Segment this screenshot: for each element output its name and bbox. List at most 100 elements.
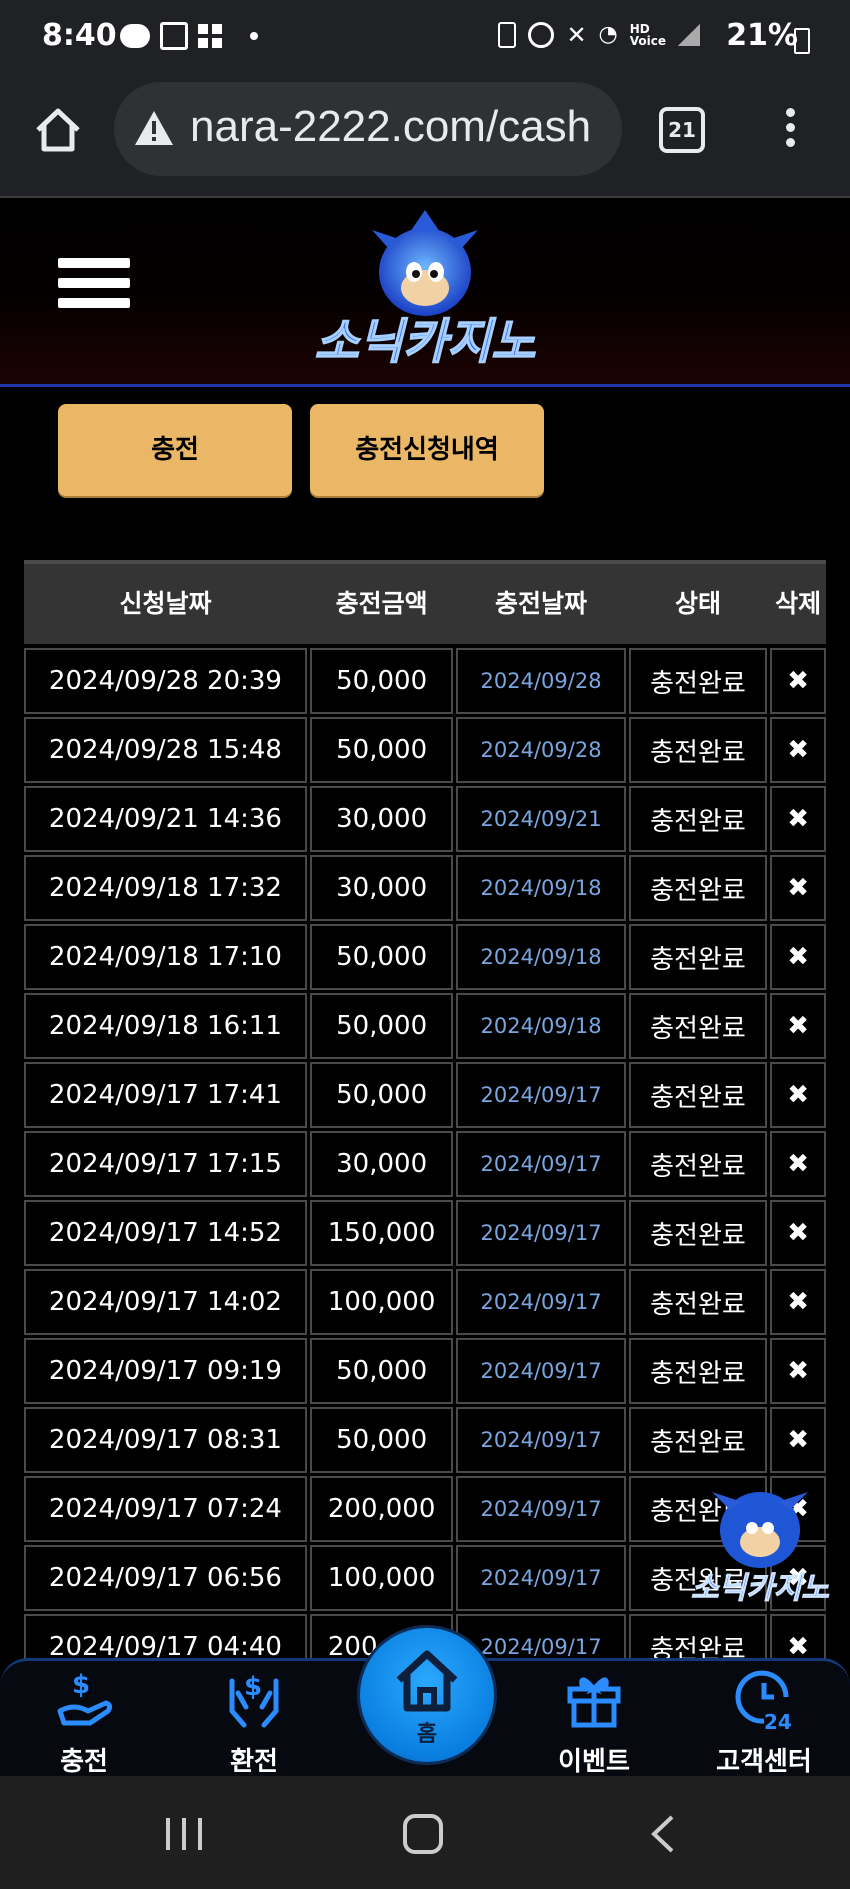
site-logo[interactable]: 소닉카지노 bbox=[280, 210, 570, 380]
charge-date-cell: 2024/09/28 bbox=[456, 648, 626, 714]
nav-event[interactable]: 이벤트 bbox=[534, 1661, 654, 1781]
delete-button[interactable]: ✖ bbox=[770, 1200, 826, 1266]
header-delete: 삭제 bbox=[775, 589, 822, 618]
charge-date-cell: 2024/09/17 bbox=[456, 1200, 626, 1266]
amount-cell: 50,000 bbox=[309, 648, 454, 714]
nav-home-label: 홈 bbox=[416, 1722, 438, 1747]
table-row: 2024/09/17 14:52 150,000 2024/09/17 충전완료 ✖ bbox=[24, 1200, 826, 1269]
delete-button[interactable]: ✖ bbox=[770, 648, 826, 714]
status-cell: 충전완료 bbox=[628, 1131, 768, 1197]
alarm-icon bbox=[528, 22, 555, 48]
amount-cell: 50,000 bbox=[309, 1407, 454, 1473]
table-row: 2024/09/28 15:48 50,000 2024/09/28 충전완료 ✖ bbox=[24, 717, 826, 786]
delete-button[interactable]: ✖ bbox=[770, 786, 826, 852]
delete-button[interactable]: ✖ bbox=[770, 1062, 826, 1128]
gallery-icon bbox=[160, 22, 188, 50]
header-status: 상태 bbox=[674, 589, 721, 618]
delete-button[interactable]: ✖ bbox=[770, 717, 826, 783]
home-icon[interactable] bbox=[30, 102, 86, 158]
charge-history-button[interactable]: 충전신청내역 bbox=[310, 404, 544, 496]
status-cell: 충전완료 bbox=[628, 1062, 768, 1128]
signal-icon bbox=[678, 24, 700, 46]
charge-date-cell: 2024/09/17 bbox=[456, 1131, 626, 1197]
request-date-cell: 2024/09/28 20:39 bbox=[24, 648, 307, 714]
svg-text:$: $ bbox=[72, 1670, 90, 1700]
status-cell: 충전완료 bbox=[628, 855, 768, 921]
table-row: 2024/09/18 17:32 30,000 2024/09/18 충전완료 ✖ bbox=[24, 855, 826, 924]
nav-home-button[interactable]: 홈 bbox=[357, 1625, 497, 1765]
charge-button[interactable]: 충전 bbox=[58, 404, 292, 496]
table-row: 2024/09/17 14:02 100,000 2024/09/17 충전완료 ✖ bbox=[24, 1269, 826, 1338]
request-date-cell: 2024/09/17 07:24 bbox=[24, 1476, 307, 1542]
header-request-date: 신청날짜 bbox=[119, 589, 212, 618]
amount-cell: 50,000 bbox=[309, 924, 454, 990]
amount-cell: 30,000 bbox=[309, 855, 454, 921]
nav-charge[interactable]: $ 충전 bbox=[24, 1661, 144, 1781]
table-row: 2024/09/18 16:11 50,000 2024/09/18 충전완료 ✖ bbox=[24, 993, 826, 1062]
address-bar[interactable]: nara-2222.com/cash bbox=[114, 82, 622, 176]
overflow-menu-icon[interactable] bbox=[786, 108, 796, 153]
table-row: 2024/09/17 08:31 50,000 2024/09/17 충전완료 ✖ bbox=[24, 1407, 826, 1476]
battery-icon bbox=[794, 28, 810, 54]
delete-button[interactable]: ✖ bbox=[770, 993, 826, 1059]
delete-button[interactable]: ✖ bbox=[770, 1407, 826, 1473]
amount-cell: 100,000 bbox=[309, 1269, 454, 1335]
battery-percent: 21% bbox=[726, 18, 798, 53]
amount-cell: 50,000 bbox=[309, 1062, 454, 1128]
request-date-cell: 2024/09/17 09:19 bbox=[24, 1338, 307, 1404]
charge-date-cell: 2024/09/18 bbox=[456, 993, 626, 1059]
floating-mascot-button[interactable]: 소닉카지노 bbox=[690, 1480, 830, 1610]
table-row: 2024/09/17 09:19 50,000 2024/09/17 충전완료 ✖ bbox=[24, 1338, 826, 1407]
amount-cell: 150,000 bbox=[309, 1200, 454, 1266]
delete-button[interactable]: ✖ bbox=[770, 924, 826, 990]
charge-date-cell: 2024/09/18 bbox=[456, 924, 626, 990]
amount-cell: 200,000 bbox=[309, 1476, 454, 1542]
hamburger-menu-icon[interactable] bbox=[58, 258, 130, 322]
svg-text:$: $ bbox=[244, 1672, 262, 1702]
nav-charge-label: 충전 bbox=[60, 1747, 108, 1777]
amount-cell: 100,000 bbox=[309, 1545, 454, 1611]
dot-icon bbox=[250, 32, 258, 40]
notification-icons bbox=[120, 22, 258, 50]
request-date-cell: 2024/09/17 14:52 bbox=[24, 1200, 307, 1266]
request-date-cell: 2024/09/17 06:56 bbox=[24, 1545, 307, 1611]
clock: 8:40 bbox=[42, 18, 117, 53]
amount-cell: 50,000 bbox=[309, 717, 454, 783]
status-bar: 8:40 ✕ ◔ HD Voice 21% bbox=[0, 0, 850, 78]
nav-exchange[interactable]: $ 환전 bbox=[194, 1661, 314, 1781]
delete-button[interactable]: ✖ bbox=[770, 855, 826, 921]
table-row: 2024/09/28 20:39 50,000 2024/09/28 충전완료 ✖ bbox=[24, 648, 826, 717]
site-header: 소닉카지노 bbox=[0, 198, 850, 387]
status-cell: 충전완료 bbox=[628, 648, 768, 714]
system-icons: ✕ ◔ HD Voice bbox=[498, 22, 700, 48]
request-date-cell: 2024/09/18 16:11 bbox=[24, 993, 307, 1059]
request-date-cell: 2024/09/21 14:36 bbox=[24, 786, 307, 852]
delete-button[interactable]: ✖ bbox=[770, 1338, 826, 1404]
back-icon[interactable] bbox=[648, 1813, 678, 1855]
charge-date-cell: 2024/09/28 bbox=[456, 717, 626, 783]
mascot-logo-text: 소닉카지노 bbox=[691, 1571, 829, 1606]
delete-button[interactable]: ✖ bbox=[770, 1269, 826, 1335]
amount-cell: 30,000 bbox=[309, 1131, 454, 1197]
amount-cell: 50,000 bbox=[309, 1338, 454, 1404]
charge-date-cell: 2024/09/17 bbox=[456, 1269, 626, 1335]
table-row: 2024/09/17 17:41 50,000 2024/09/17 충전완료 ✖ bbox=[24, 1062, 826, 1131]
warning-icon[interactable] bbox=[132, 108, 176, 148]
charge-date-cell: 2024/09/18 bbox=[456, 855, 626, 921]
status-cell: 충전완료 bbox=[628, 993, 768, 1059]
delete-button[interactable]: ✖ bbox=[770, 1131, 826, 1197]
home-icon bbox=[396, 1650, 458, 1712]
mute-icon: ✕ bbox=[566, 21, 587, 49]
url-text[interactable]: nara-2222.com/cash bbox=[190, 102, 591, 152]
support-24-icon: 24 bbox=[735, 1670, 792, 1731]
recent-apps-icon[interactable] bbox=[162, 1814, 206, 1854]
nav-support[interactable]: 24 고객센터 bbox=[704, 1661, 824, 1781]
table-row: 2024/09/17 17:15 30,000 2024/09/17 충전완료 ✖ bbox=[24, 1131, 826, 1200]
table-row: 2024/09/18 17:10 50,000 2024/09/18 충전완료 ✖ bbox=[24, 924, 826, 993]
exchange-hands-icon: $ bbox=[229, 1672, 279, 1728]
home-button-icon[interactable] bbox=[402, 1813, 444, 1855]
charge-date-cell: 2024/09/17 bbox=[456, 1476, 626, 1542]
tab-switcher-button[interactable]: 21 bbox=[659, 107, 705, 153]
charge-hand-icon: $ bbox=[57, 1670, 113, 1726]
wifi-icon: ◔ bbox=[598, 22, 618, 47]
